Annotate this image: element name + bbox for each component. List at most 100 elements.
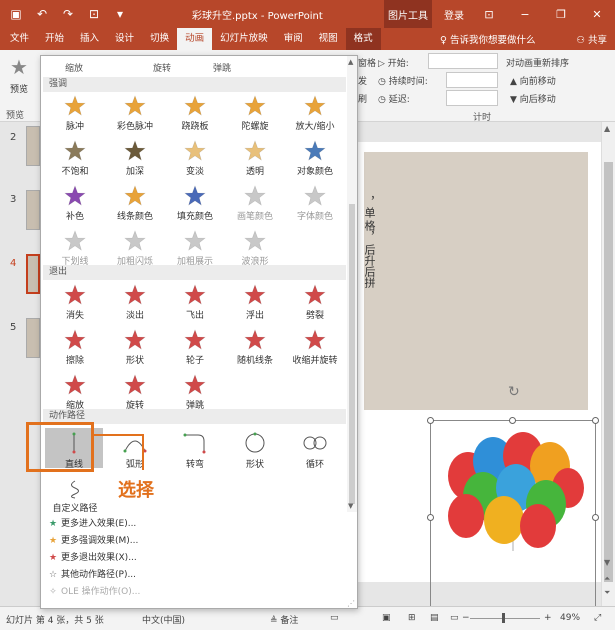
scroll-down-icon[interactable]: ▼ — [348, 502, 353, 510]
slide-text[interactable]: 后升后拼 — [362, 244, 376, 288]
slide-thumbnail[interactable] — [26, 318, 40, 358]
minimize-button[interactable]: − — [507, 0, 543, 28]
exit-effect-3[interactable]: 浮出 — [225, 281, 285, 321]
tab-home[interactable]: 开始 — [37, 28, 72, 50]
exit-effect-5[interactable]: 擦除 — [45, 326, 105, 366]
effect-label[interactable]: 弹跳 — [213, 61, 231, 74]
tab-file[interactable]: 文件 — [0, 28, 37, 50]
emphasis-effect-4[interactable]: 放大/缩小 — [285, 92, 345, 132]
motion-path-shape[interactable]: 形状 — [225, 428, 285, 470]
scroll-down-icon[interactable]: ▼ — [604, 558, 610, 567]
exit-effect-8[interactable]: 随机线条 — [225, 326, 285, 366]
start-select[interactable] — [428, 53, 498, 69]
notes-button[interactable]: ≜ 备注 — [270, 613, 298, 626]
more-exit-effects-link[interactable]: ★ 更多退出效果(X)... — [45, 550, 137, 566]
exit-effect-0[interactable]: 消失 — [45, 281, 105, 321]
slide-thumbnail-selected[interactable] — [26, 254, 40, 294]
next-slide-icon[interactable]: ⏷ — [604, 588, 610, 598]
slide-thumbnail[interactable] — [26, 190, 40, 230]
exit-effect-10[interactable]: 缩放 — [45, 371, 105, 411]
zoom-slider[interactable] — [470, 618, 540, 619]
emphasis-effect-7[interactable]: 变淡 — [165, 137, 225, 177]
tab-transitions[interactable]: 切换 — [142, 28, 177, 50]
slide-text[interactable]: ，单 — [362, 196, 376, 218]
start-slideshow-icon[interactable]: ⊡ — [86, 7, 102, 21]
animation-pane-button[interactable]: 窗格 — [358, 56, 376, 69]
emphasis-effect-8[interactable]: 透明 — [225, 137, 285, 177]
trigger-button[interactable]: 发 — [358, 74, 367, 87]
close-button[interactable]: ✕ — [579, 0, 615, 28]
exit-effect-7[interactable]: 轮子 — [165, 326, 225, 366]
exit-effect-4[interactable]: 劈裂 — [285, 281, 345, 321]
prev-slide-icon[interactable]: ⏶ — [604, 574, 610, 584]
preview-button[interactable]: ★ 预览 — [4, 56, 34, 95]
emphasis-effect-1[interactable]: 彩色脉冲 — [105, 92, 165, 132]
comments-icon[interactable]: ▭ — [330, 613, 339, 623]
slideshow-view-icon[interactable]: ▭ — [450, 613, 459, 623]
more-emphasis-effects-link[interactable]: ★ 更多强调效果(M)... — [45, 533, 138, 549]
slide-thumbnail[interactable] — [26, 126, 40, 166]
customize-toolbar-icon[interactable]: ▾ — [112, 7, 128, 21]
emphasis-effect-11[interactable]: 线条颜色 — [105, 182, 165, 222]
reading-view-icon[interactable]: ▤ — [430, 613, 439, 623]
restore-button[interactable]: ❐ — [543, 0, 579, 28]
tab-insert[interactable]: 插入 — [72, 28, 107, 50]
emphasis-effect-2[interactable]: 跷跷板 — [165, 92, 225, 132]
zoom-out-icon[interactable]: − — [462, 613, 470, 623]
tab-animations[interactable]: 动画 — [177, 28, 213, 50]
fit-slide-icon[interactable]: ⤢ — [594, 613, 601, 623]
emphasis-effect-5[interactable]: 不饱和 — [45, 137, 105, 177]
emphasis-effect-10[interactable]: 补色 — [45, 182, 105, 222]
more-motion-paths-link[interactable]: ☆ 其他动作路径(P)... — [45, 567, 136, 583]
exit-effect-9[interactable]: 收缩并旋转 — [285, 326, 345, 366]
balloons-image[interactable] — [438, 426, 588, 556]
effect-label[interactable]: 旋转 — [153, 61, 171, 74]
motion-path-custom[interactable]: 自定义路径 — [45, 476, 105, 516]
slide-text[interactable]: 格， — [362, 220, 376, 242]
resize-grip-icon[interactable]: ⋰ — [347, 599, 355, 608]
tell-me-search[interactable]: ♀ 告诉我你想要做什么 — [440, 32, 536, 46]
redo-icon[interactable]: ↷ — [60, 7, 76, 21]
zoom-slider-knob[interactable] — [502, 613, 505, 623]
slide-sorter-icon[interactable]: ⊞ — [408, 613, 416, 623]
exit-effect-1[interactable]: 淡出 — [105, 281, 165, 321]
exit-effect-6[interactable]: 形状 — [105, 326, 165, 366]
scroll-up-icon[interactable]: ▲ — [348, 58, 353, 66]
resize-handle[interactable] — [427, 514, 434, 521]
exit-effect-11[interactable]: 旋转 — [105, 371, 165, 411]
language-indicator[interactable]: 中文(中国) — [142, 613, 185, 626]
emphasis-effect-6[interactable]: 加深 — [105, 137, 165, 177]
emphasis-effect-3[interactable]: 陀螺旋 — [225, 92, 285, 132]
delay-input[interactable] — [446, 90, 498, 106]
share-button[interactable]: ⚇ 共享 — [576, 32, 607, 46]
rotate-handle-icon[interactable]: ↻ — [508, 384, 520, 400]
animation-painter-button[interactable]: 刷 — [358, 92, 367, 105]
move-later-button[interactable]: ▼ 向后移动 — [510, 92, 556, 105]
scroll-up-icon[interactable]: ▲ — [604, 124, 610, 133]
emphasis-effect-12[interactable]: 填充颜色 — [165, 182, 225, 222]
resize-handle[interactable] — [509, 417, 516, 424]
tab-format[interactable]: 格式 — [345, 28, 381, 50]
exit-effect-12[interactable]: 弹跳 — [165, 371, 225, 411]
tab-slideshow[interactable]: 幻灯片放映 — [212, 28, 276, 50]
vertical-scrollbar[interactable]: ▲ ▼ ⏶ ⏷ — [601, 122, 615, 606]
normal-view-icon[interactable]: ▣ — [382, 613, 391, 623]
exit-effect-2[interactable]: 飞出 — [165, 281, 225, 321]
login-button[interactable]: 登录 — [444, 7, 464, 22]
resize-handle[interactable] — [592, 417, 599, 424]
gallery-scrollbar[interactable]: ▲ ▼ — [347, 56, 357, 512]
motion-path-loop[interactable]: 循环 — [285, 428, 345, 470]
move-earlier-button[interactable]: ▲ 向前移动 — [510, 74, 556, 87]
motion-path-turn[interactable]: 转弯 — [165, 428, 225, 470]
zoom-in-icon[interactable]: + — [544, 613, 552, 623]
tab-design[interactable]: 设计 — [107, 28, 142, 50]
zoom-level[interactable]: 49% — [560, 613, 580, 623]
duration-input[interactable] — [446, 72, 498, 88]
save-icon[interactable]: ▣ — [8, 7, 24, 21]
scrollbar-thumb[interactable] — [604, 162, 613, 582]
tab-view[interactable]: 视图 — [311, 28, 346, 50]
emphasis-effect-0[interactable]: 脉冲 — [45, 92, 105, 132]
more-entrance-effects-link[interactable]: ★ 更多进入效果(E)... — [45, 516, 136, 532]
slide-canvas[interactable]: ，单 格， 后升后拼 ↻ — [356, 142, 601, 616]
resize-handle[interactable] — [592, 514, 599, 521]
